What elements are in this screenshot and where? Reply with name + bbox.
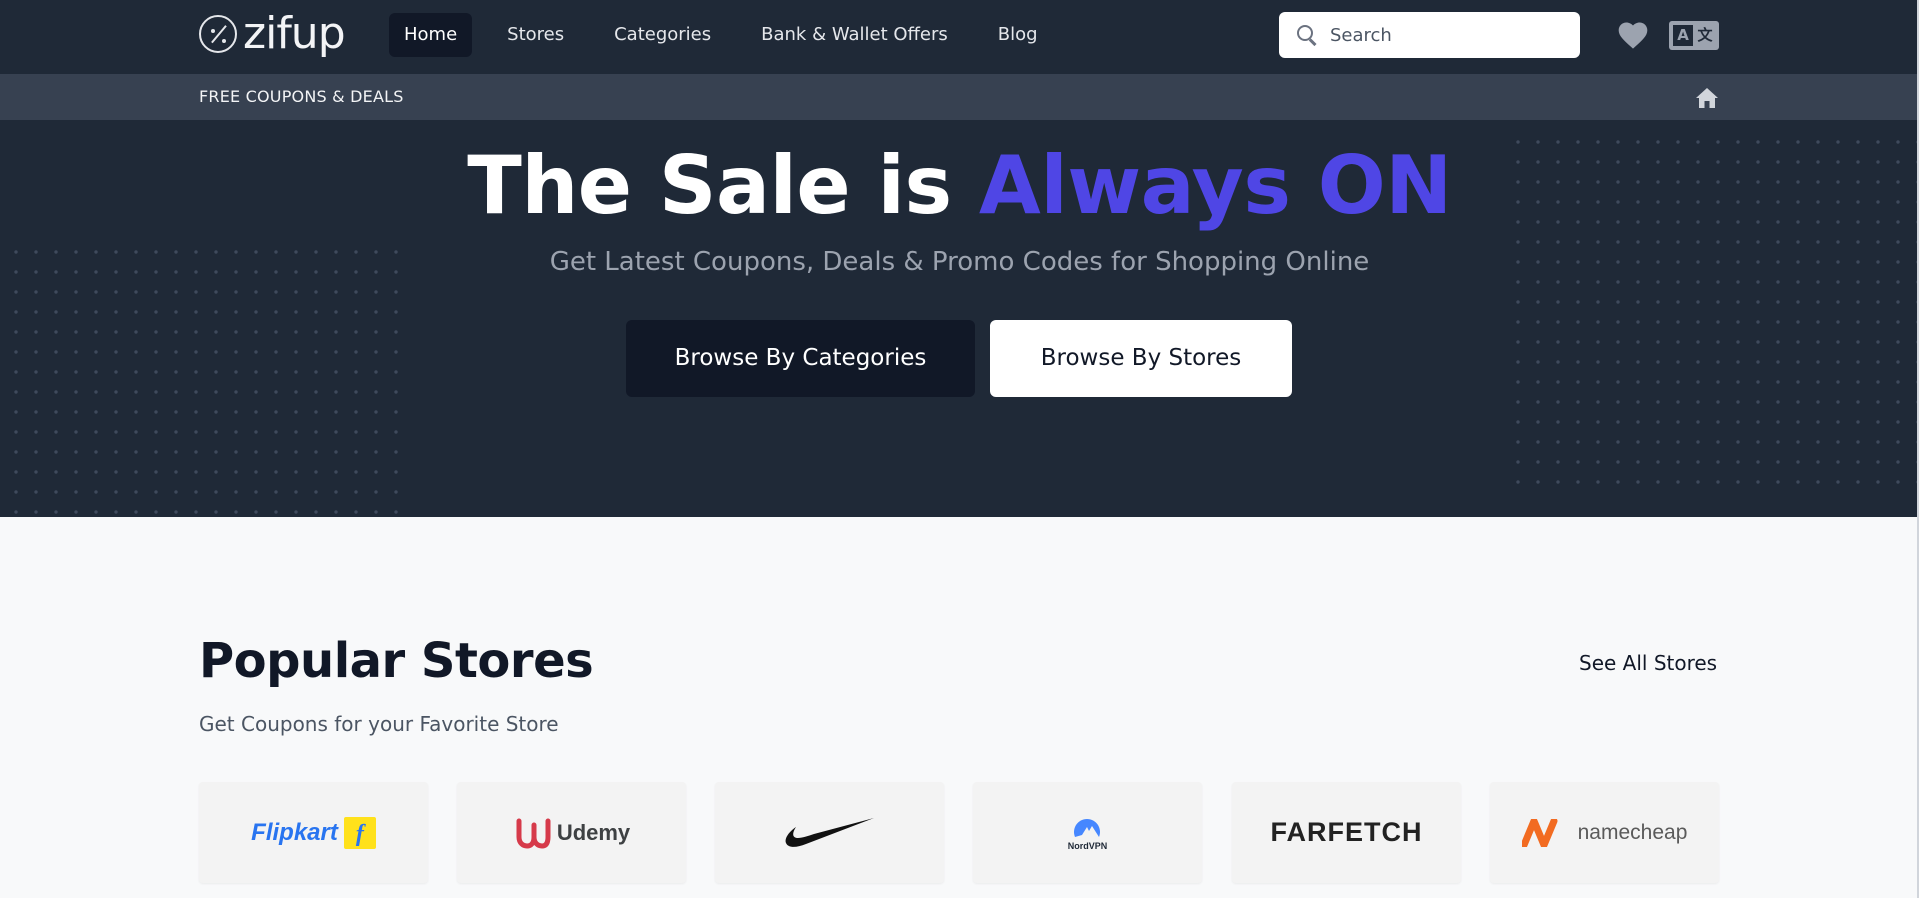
subbar-label: FREE COUPONS & DEALS: [199, 87, 404, 106]
hero-title-main: The Sale is: [467, 139, 979, 232]
hero-title-accent: Always ON: [978, 139, 1452, 232]
search-icon: [1296, 24, 1318, 46]
store-list: Flipkart f Udemy NordVPN FARFETCH namech…: [199, 782, 1719, 883]
popular-stores-title: Popular Stores: [199, 633, 594, 689]
nav-item-blog[interactable]: Blog: [983, 13, 1053, 57]
store-card-udemy[interactable]: Udemy: [457, 782, 686, 883]
percent-logo-icon: [199, 15, 237, 53]
see-all-stores-link[interactable]: See All Stores: [1579, 651, 1717, 675]
search-input[interactable]: [1330, 24, 1560, 46]
nordvpn-logo: NordVPN: [1067, 815, 1108, 851]
namecheap-n-icon: [1521, 818, 1558, 847]
browse-categories-button[interactable]: Browse By Categories: [626, 320, 975, 397]
udemy-u-icon: [516, 818, 551, 849]
lang-glyph-a: A: [1673, 25, 1693, 46]
nordvpn-mountain-icon: [1074, 818, 1101, 837]
language-icon[interactable]: A 文: [1669, 21, 1719, 50]
nav-item-bank-wallet-offers[interactable]: Bank & Wallet Offers: [746, 13, 963, 57]
flipkart-logo: Flipkart f: [251, 816, 376, 849]
nav-item-categories[interactable]: Categories: [599, 13, 726, 57]
store-card-flipkart[interactable]: Flipkart f: [199, 782, 428, 883]
logo-text: zifup: [243, 8, 346, 59]
nav-item-home[interactable]: Home: [389, 13, 473, 57]
search-box[interactable]: [1279, 12, 1580, 58]
hero-subtitle: Get Latest Coupons, Deals & Promo Codes …: [549, 247, 1370, 277]
lang-glyph-zh: 文: [1697, 26, 1713, 44]
store-card-namecheap[interactable]: namecheap: [1490, 782, 1719, 883]
nav-item-stores[interactable]: Stores: [492, 13, 579, 57]
namecheap-logo-text: namecheap: [1577, 820, 1688, 844]
flipkart-bag-icon: f: [343, 816, 376, 849]
flipkart-logo-text: Flipkart: [251, 818, 338, 846]
farfetch-logo-text: FARFETCH: [1270, 817, 1423, 847]
udemy-logo: Udemy: [513, 817, 630, 849]
namecheap-logo: namecheap: [1521, 818, 1688, 847]
main-nav: Home Stores Categories Bank & Wallet Off…: [389, 13, 1073, 57]
store-card-farfetch[interactable]: FARFETCH: [1232, 782, 1461, 883]
udemy-logo-text: Udemy: [556, 819, 631, 845]
heart-icon[interactable]: [1616, 20, 1650, 50]
sub-bar: FREE COUPONS & DEALS: [0, 74, 1919, 120]
nordvpn-logo-text: NordVPN: [1067, 840, 1108, 851]
popular-stores-subtitle: Get Coupons for your Favorite Store: [199, 712, 559, 736]
hero-title: The Sale is Always ON: [0, 138, 1919, 234]
store-card-nordvpn[interactable]: NordVPN: [973, 782, 1202, 883]
dot-pattern-left: [0, 238, 412, 517]
home-icon[interactable]: [1695, 87, 1719, 109]
hero-section: The Sale is Always ON Get Latest Coupons…: [0, 120, 1919, 517]
site-logo[interactable]: zifup: [199, 8, 346, 59]
nike-swoosh-icon: [785, 817, 874, 847]
browse-stores-button[interactable]: Browse By Stores: [990, 320, 1292, 397]
store-card-nike[interactable]: [715, 782, 944, 883]
